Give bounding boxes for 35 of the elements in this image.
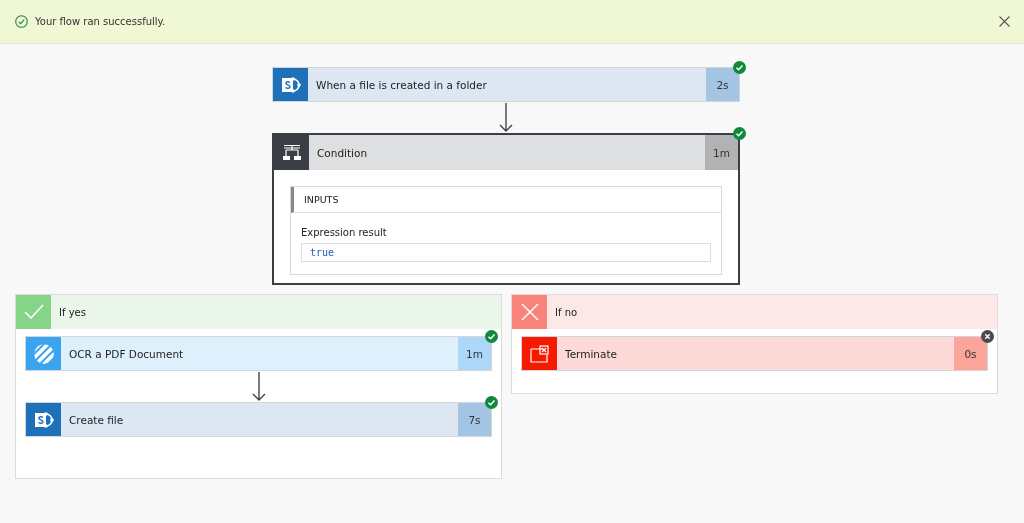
action-title: Condition [316, 145, 369, 161]
close-button[interactable] [997, 14, 1012, 29]
window-close-icon [529, 344, 550, 363]
action-title: OCR a PDF Document [68, 346, 185, 362]
check-circle-icon [15, 15, 28, 28]
close-icon [520, 303, 539, 321]
close-icon [999, 16, 1010, 27]
duration: 0s [954, 337, 987, 370]
section-heading: INPUTS [304, 194, 339, 205]
striped-circle-icon [32, 342, 55, 365]
field-label: Expression result [301, 227, 388, 238]
action-card[interactable]: When a file is created in a folder 2s [272, 67, 740, 102]
action-card[interactable]: OCR a PDF Document 1m [25, 336, 492, 371]
action-card[interactable]: Create file 7s [25, 402, 492, 437]
branch-header[interactable]: If yes [16, 295, 501, 329]
duration: 1m [705, 135, 738, 170]
action-title: Create file [68, 412, 125, 428]
value-field: true [301, 243, 711, 262]
duration: 2s [706, 68, 739, 101]
branch-label: If no [554, 305, 578, 320]
action-card[interactable]: Terminate 0s [521, 336, 988, 371]
arrow-connector [499, 103, 513, 133]
arrow-connector [251, 372, 266, 402]
branch-header[interactable]: If no [512, 295, 997, 329]
condition-icon [281, 143, 302, 162]
check-icon [23, 304, 44, 320]
branch-label: If yes [58, 305, 86, 320]
condition-header[interactable]: Condition 1m [274, 135, 738, 170]
sharepoint-icon [33, 409, 54, 430]
duration: 1m [458, 337, 491, 370]
action-title: Terminate [564, 346, 619, 362]
action-title: When a file is created in a folder [315, 77, 488, 93]
banner-message: Your flow ran successfully. [35, 16, 167, 27]
sharepoint-icon [280, 74, 301, 95]
duration: 7s [458, 403, 491, 436]
